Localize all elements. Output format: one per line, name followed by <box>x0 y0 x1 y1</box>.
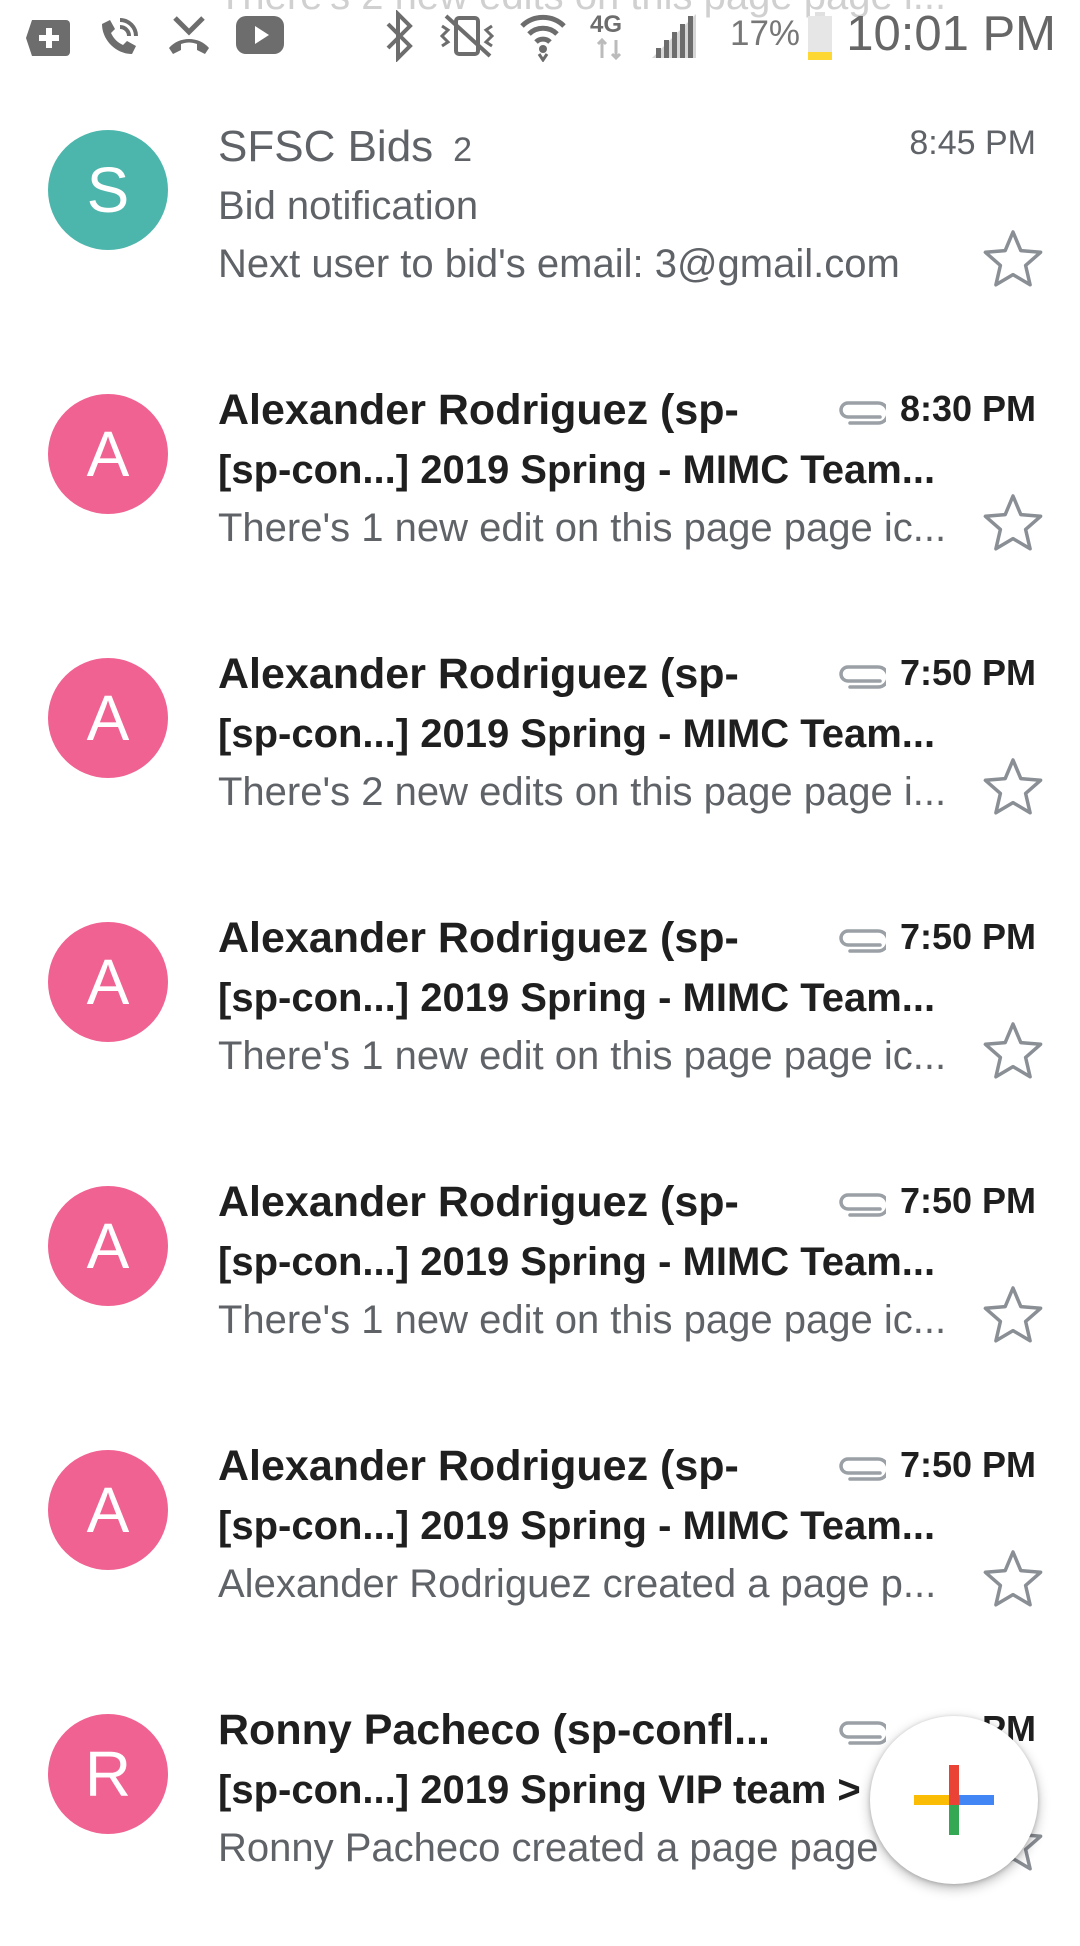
star-icon[interactable] <box>982 1284 1044 1349</box>
email-subject: [sp-con...] 2019 Spring - MIMC Team... <box>218 1240 936 1284</box>
add-box-icon <box>26 20 70 56</box>
email-row[interactable]: S SFSC Bids 2 8:45 PM Bid notification Ne… <box>0 98 1080 362</box>
youtube-icon <box>236 16 284 54</box>
battery-icon <box>808 12 832 60</box>
attachment-icon <box>838 664 890 695</box>
sender-avatar[interactable]: A <box>48 1186 168 1306</box>
email-snippet: Next user to bid's email: 3@gmail.com <box>218 242 900 286</box>
email-subject: [sp-con...] 2019 Spring - MIMC Team... <box>218 976 936 1020</box>
email-subject: Bid notification <box>218 184 479 228</box>
svg-text:4G: 4G <box>590 11 622 38</box>
email-snippet: Alexander Rodriguez created a page p... <box>218 1562 937 1606</box>
sender-avatar[interactable]: A <box>48 658 168 778</box>
star-icon[interactable] <box>982 228 1044 293</box>
attachment-icon <box>838 1192 890 1223</box>
sender-avatar[interactable]: A <box>48 394 168 514</box>
scrolled-snippet-ghost: There's 2 new edits on this page page i.… <box>218 0 946 19</box>
sender-name: Alexander Rodriguez (sp- <box>218 914 739 963</box>
attachment-icon <box>838 928 890 959</box>
attachment-icon <box>838 1456 890 1487</box>
email-list: S SFSC Bids 2 8:45 PM Bid notification Ne… <box>0 98 1080 1946</box>
bluetooth-icon <box>386 10 413 62</box>
4g-icon: 4G <box>590 11 622 61</box>
email-row[interactable]: A Alexander Rodriguez (sp- 7:50 PM [sp-c… <box>0 626 1080 890</box>
sender-name-text: Alexander Rodriguez (sp- <box>218 1442 739 1490</box>
mute-vibrate-icon <box>439 14 495 58</box>
star-icon[interactable] <box>982 492 1044 557</box>
sender-name-text: Alexander Rodriguez (sp- <box>218 1178 739 1226</box>
email-row[interactable]: A Alexander Rodriguez (sp- 7:50 PM [sp-c… <box>0 1154 1080 1418</box>
wifi-call-icon <box>102 18 138 54</box>
battery-percent: 17% <box>730 14 801 53</box>
star-icon[interactable] <box>982 756 1044 821</box>
sender-name: Alexander Rodriguez (sp- <box>218 386 739 435</box>
clock-time: 10:01 PM <box>846 7 1056 61</box>
sender-avatar[interactable]: S <box>48 130 168 250</box>
email-row[interactable]: A Alexander Rodriguez (sp- 8:30 PM [sp-c… <box>0 362 1080 626</box>
sender-name: Alexander Rodriguez (sp- <box>218 1178 739 1227</box>
signal-icon <box>652 14 696 58</box>
compose-plus-icon <box>914 1765 994 1835</box>
email-row[interactable]: A Alexander Rodriguez (sp- 7:50 PM [sp-c… <box>0 1418 1080 1682</box>
email-time: 7:50 PM <box>899 1444 1036 1485</box>
email-row[interactable]: A Alexander Rodriguez (sp- 7:50 PM [sp-c… <box>0 890 1080 1154</box>
email-subject: [sp-con...] 2019 Spring - MIMC Team... <box>218 1504 936 1548</box>
email-subject: [sp-con...] 2019 Spring - MIMC Team... <box>218 448 936 492</box>
missed-call-icon <box>169 16 209 54</box>
sender-name: Alexander Rodriguez (sp- <box>218 650 739 699</box>
email-time: 7:50 PM <box>899 1180 1036 1221</box>
star-icon[interactable] <box>982 1548 1044 1613</box>
compose-button[interactable] <box>870 1716 1038 1884</box>
email-time: 8:30 PM <box>899 388 1036 429</box>
sender-name-text: Ronny Pacheco (sp-confl... <box>218 1706 770 1754</box>
status-bar: There's 2 new edits on this page page i.… <box>0 0 1080 72</box>
sender-name: Alexander Rodriguez (sp- <box>218 1442 739 1491</box>
email-snippet: There's 1 new edit on this page page ic.… <box>218 506 947 550</box>
sender-avatar[interactable]: R <box>48 1714 168 1834</box>
attachment-icon <box>838 400 890 431</box>
thread-count: 2 <box>453 131 473 169</box>
email-time: 8:45 PM <box>909 124 1036 162</box>
sender-name: Ronny Pacheco (sp-confl... <box>218 1706 770 1755</box>
wifi-icon <box>520 14 566 62</box>
sender-avatar[interactable]: A <box>48 922 168 1042</box>
email-time: 7:50 PM <box>899 652 1036 693</box>
email-snippet: There's 1 new edit on this page page ic.… <box>218 1034 947 1078</box>
sender-name-text: Alexander Rodriguez (sp- <box>218 650 739 698</box>
sender-name: SFSC Bids 2 <box>218 122 472 172</box>
sender-name-text: Alexander Rodriguez (sp- <box>218 386 739 434</box>
sender-name-text: Alexander Rodriguez (sp- <box>218 914 739 962</box>
email-subject: [sp-con...] 2019 Spring - MIMC Team... <box>218 712 936 756</box>
email-snippet: There's 1 new edit on this page page ic.… <box>218 1298 947 1342</box>
email-snippet: There's 2 new edits on this page page i.… <box>218 770 947 814</box>
sender-avatar[interactable]: A <box>48 1450 168 1570</box>
email-time: 7:50 PM <box>899 916 1036 957</box>
email-snippet: Ronny Pacheco created a page page <box>218 1826 879 1870</box>
star-icon[interactable] <box>982 1020 1044 1085</box>
email-subject: [sp-con...] 2019 Spring VIP team > <box>218 1768 861 1812</box>
sender-name-text: SFSC Bids <box>218 122 434 171</box>
